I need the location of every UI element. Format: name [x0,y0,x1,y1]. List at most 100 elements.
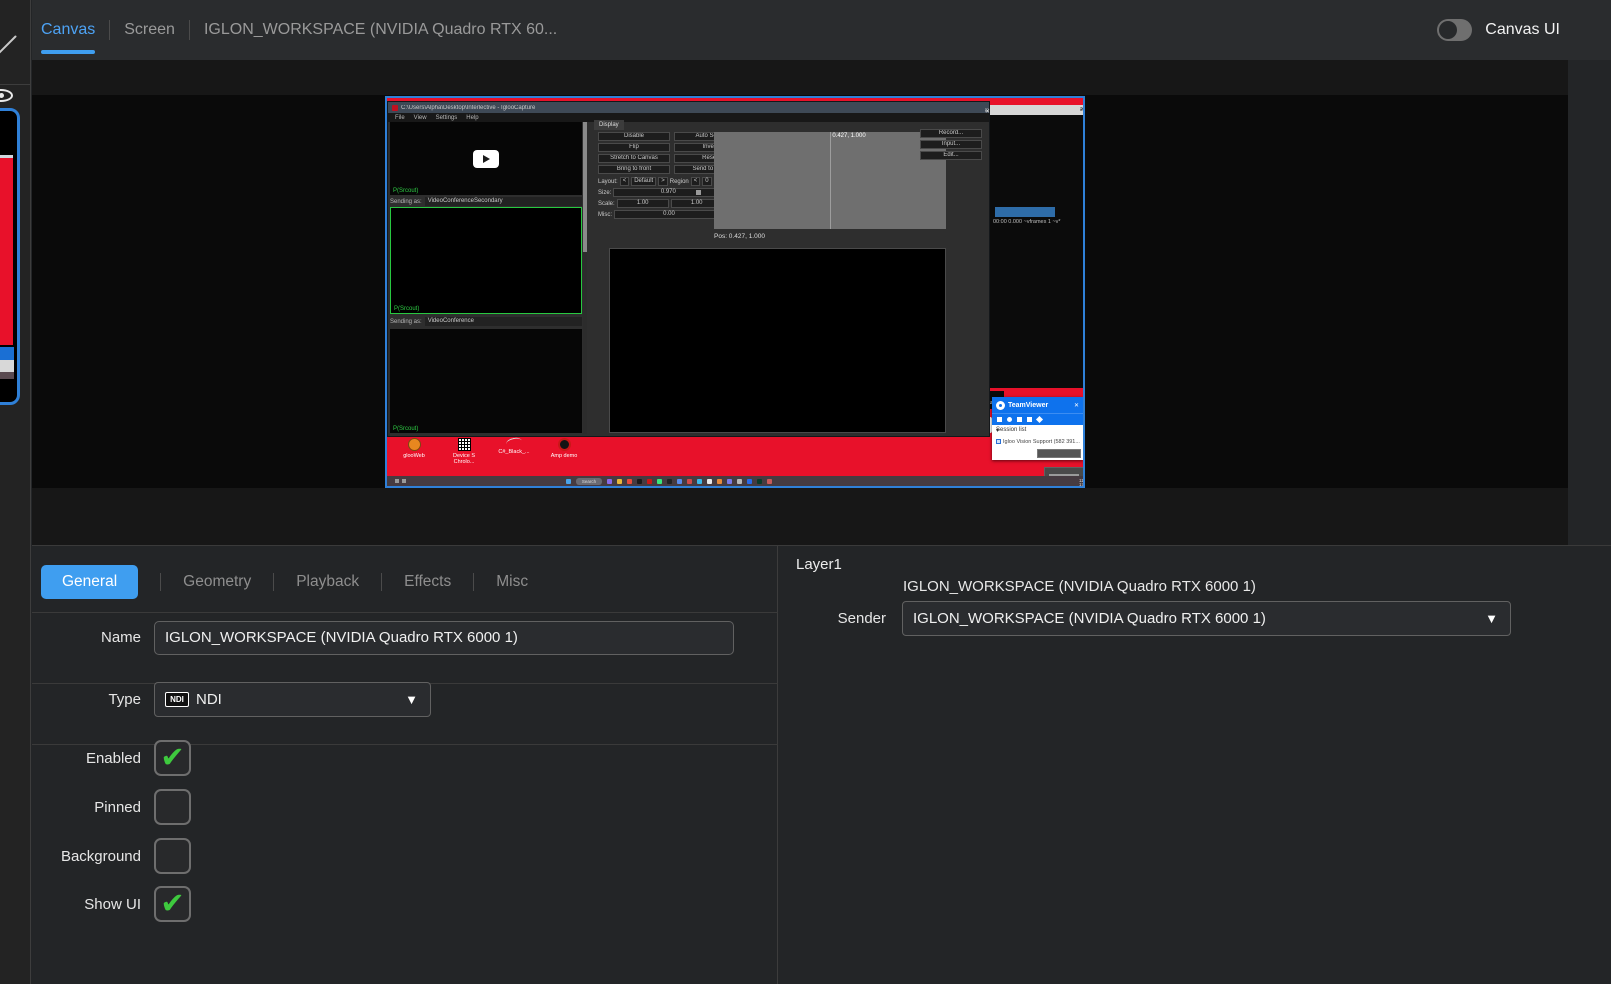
enabled-checkbox[interactable]: ✔ [154,740,191,776]
flip-button: Flip [598,143,670,152]
pinned-row: Pinned [32,789,432,826]
play-icon [473,150,499,168]
tab-screen[interactable]: Screen [124,15,175,45]
size-slider: 0.970 [613,188,723,197]
check-icon: ✔ [160,888,184,920]
input-button: Input... [920,140,982,149]
name-input[interactable]: IGLON_WORKSPACE (NVIDIA Quadro RTX 6000 … [154,621,734,655]
menu-settings: Settings [436,115,458,121]
ndi-badge-icon: NDI [165,692,189,707]
divider [0,84,31,85]
captured-taskbar: Search 11:0417/11/2023 [387,476,1083,486]
canvas-stage[interactable]: C:\Users\Alpha\Desktop\Interlective - Ig… [32,95,1568,488]
sender-value: IGLON_WORKSPACE (NVIDIA Quadro RTX 6000 … [913,610,1266,627]
captured-titlebar: C:\Users\Alpha\Desktop\Interlective - Ig… [388,102,989,113]
edit-icon[interactable] [0,35,17,55]
teamviewer-title: TeamViewer [1008,402,1071,409]
close-icon: ✕ [1074,402,1079,409]
sending-as-row: Sending as: VideoConference [390,316,582,327]
disable-button: Disable [598,132,670,141]
teamviewer-header: TeamViewer ✕ [992,397,1083,413]
canvas-ui-toggle[interactable] [1437,19,1472,41]
source-label: P(Srcout) [394,306,419,312]
layer-source-title: IGLON_WORKSPACE (NVIDIA Quadro RTX 6000 … [903,578,1256,595]
selection-bar [995,207,1055,217]
glooweb-icon [408,438,421,451]
app-root: Canvas Screen IGLON_WORKSPACE (NVIDIA Qu… [0,0,1611,984]
coord-readout: 0.427, 1.000 [832,133,865,139]
ndi-layer-preview[interactable]: C:\Users\Alpha\Desktop\Interlective - Ig… [385,96,1085,488]
toggle-knob [1439,21,1457,39]
app-icon [392,105,398,111]
status-line: 00:00 0.000 ~vframes 1 ~v* [993,219,1061,225]
check-icon: ✔ [160,742,184,774]
properties-tabs: General Geometry Playback Effects Misc [41,565,528,599]
captured-title: C:\Users\Alpha\Desktop\Interlective - Ig… [401,105,982,111]
tab-general[interactable]: General [41,565,138,599]
video-slot-1: P(Srcout) [390,122,582,195]
tab-effects[interactable]: Effects [404,573,451,591]
tab-canvas[interactable]: Canvas [41,15,95,45]
enabled-row: Enabled ✔ [32,740,432,777]
layer-title: Layer1 [796,556,842,573]
desktop-icon: C#_Black_... [495,438,533,465]
signature-icon [505,436,523,448]
tab-misc[interactable]: Misc [496,573,528,591]
show-ui-checkbox[interactable]: ✔ [154,886,191,922]
bottom-panels: General Geometry Playback Effects Misc N… [32,545,1611,984]
region-value: 0 [702,177,711,186]
thumbnail-teamviewer-body [0,360,14,372]
layer-thumbnail[interactable] [0,108,20,405]
divider [381,573,382,591]
video-slot-2: P(Srcout) [390,207,582,314]
sending-as-row: Sending as: VideoConferenceSecondary [390,196,582,207]
tab-geometry[interactable]: Geometry [183,573,251,591]
pinned-checkbox[interactable] [154,789,191,825]
scale-x: 1.00 [617,199,669,208]
display-tab: Display [594,120,624,130]
misc-row: Misc: 0.00 [598,210,724,219]
top-bar: Canvas Screen IGLON_WORKSPACE (NVIDIA Qu… [32,0,1611,60]
layer-list-sidebar [0,0,31,984]
teamviewer-footer-button [1037,449,1081,458]
source-label: P(Srcout) [393,188,418,194]
divider [109,20,110,40]
output-preview [609,248,946,433]
position-map: 0.427, 1.000 [714,132,946,229]
eye-icon[interactable] [0,89,13,102]
captured-app-window: C:\Users\Alpha\Desktop\Interlective - Ig… [387,101,990,437]
tab-playback[interactable]: Playback [296,573,359,591]
sending-as-value: VideoConferenceSecondary [425,197,582,206]
divider [473,573,474,591]
teamviewer-panel: TeamViewer ✕ ▾ Session list Igloo Vision… [992,397,1083,460]
show-ui-label: Show UI [32,886,141,923]
session-entry-row: Igloo Vision Support (582 391... [992,436,1083,447]
sender-dropdown[interactable]: IGLON_WORKSPACE (NVIDIA Quadro RTX 6000 … [902,601,1511,636]
type-dropdown[interactable]: NDI NDI ▼ [154,682,431,717]
captured-menubar: File View Settings Help [388,113,989,122]
pos-readout: Pos: 0.427, 1.000 [714,233,765,240]
background-checkbox[interactable] [154,838,191,874]
monitor-icon [996,439,1001,444]
show-ui-row: Show UI ✔ [32,886,432,923]
scale-row: Scale: 1.00 1.00 [598,199,723,208]
misc-value: 0.00 [614,210,724,219]
divider [189,20,190,40]
thumbnail-taskbar [0,372,14,379]
pinned-label: Pinned [32,789,141,826]
chevron-down-icon: ▼ [405,692,418,707]
divider [273,573,274,591]
type-value: NDI [196,691,222,708]
layout-value: Default [631,177,656,186]
tab-workspace[interactable]: IGLON_WORKSPACE (NVIDIA Quadro RTX 60... [204,15,557,45]
chevron-down-icon: ▼ [1485,611,1498,626]
next-icon: > [658,177,668,186]
thumbnail-titlebar [0,155,13,158]
thumbnail-desktop [0,155,13,345]
taskbar-icons: Search [566,478,772,485]
source-label: P(Srcout) [393,426,418,432]
teamviewer-logo-icon [996,401,1005,410]
desktop-icon: Device S Chrolo... [445,438,483,465]
canvas-area: C:\Users\Alpha\Desktop\Interlective - Ig… [32,60,1568,545]
menu-help: Help [466,115,478,121]
